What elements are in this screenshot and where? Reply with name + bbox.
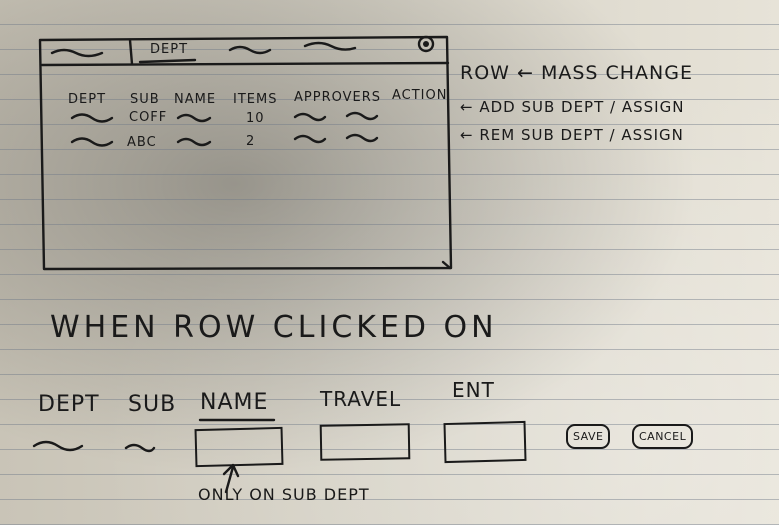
tab-underline bbox=[138, 58, 197, 64]
note-row-mass-change: ROW ← MASS CHANGE bbox=[460, 62, 693, 84]
tab-dept[interactable]: DEPT bbox=[150, 42, 188, 57]
ent-input[interactable] bbox=[443, 420, 527, 464]
row2-sub-cell[interactable]: ABC bbox=[127, 135, 157, 150]
row2-items-cell[interactable]: 2 bbox=[246, 134, 255, 149]
titlebar-squiggle-2 bbox=[228, 45, 272, 55]
column-header-name: NAME bbox=[174, 92, 217, 107]
edit-label-name: NAME bbox=[200, 390, 269, 415]
edit-sub-squiggle bbox=[124, 443, 156, 453]
row1-dept-squiggle bbox=[70, 113, 114, 123]
titlebar-squiggle-3 bbox=[303, 41, 357, 51]
edit-dept-squiggle bbox=[32, 440, 84, 452]
row1-sub-cell[interactable]: COFF bbox=[129, 110, 167, 125]
column-header-action: ACTION bbox=[392, 88, 448, 103]
tab-divider bbox=[128, 38, 134, 66]
column-header-dept: DEPT bbox=[68, 92, 107, 107]
row2-action-squiggle bbox=[345, 133, 379, 143]
row2-dept-squiggle bbox=[70, 137, 114, 147]
edit-label-sub: SUB bbox=[128, 392, 177, 417]
column-header-sub: SUB bbox=[130, 92, 160, 107]
row1-approvers-squiggle bbox=[293, 112, 327, 122]
section-heading: WHEN ROW CLICKED ON bbox=[50, 310, 498, 345]
column-header-approvers: APPROVERS bbox=[294, 90, 381, 105]
titlebar-squiggle-1 bbox=[50, 48, 104, 58]
close-icon[interactable] bbox=[417, 35, 435, 53]
window-frame bbox=[38, 35, 453, 271]
row2-approvers-squiggle bbox=[293, 134, 327, 144]
row1-action-squiggle bbox=[345, 111, 379, 121]
row2-name-squiggle bbox=[176, 137, 212, 147]
cancel-button[interactable]: CANCEL bbox=[632, 424, 694, 449]
edit-label-travel: TRAVEL bbox=[320, 387, 402, 411]
note-rem-sub-dept: ← REM SUB DEPT / ASSIGN bbox=[460, 126, 684, 144]
edit-label-ent: ENT bbox=[452, 378, 495, 402]
column-header-items: ITEMS bbox=[233, 92, 278, 107]
note-only-on-sub-dept: ONLY ON SUB DEPT bbox=[198, 485, 370, 504]
row1-items-cell[interactable]: 10 bbox=[246, 111, 265, 126]
window-titlebar-divider bbox=[40, 61, 450, 67]
travel-input[interactable] bbox=[319, 423, 411, 461]
edit-label-dept: DEPT bbox=[38, 392, 100, 417]
save-button[interactable]: SAVE bbox=[566, 424, 611, 449]
row1-name-squiggle bbox=[176, 113, 212, 123]
name-input[interactable] bbox=[194, 426, 284, 468]
note-add-sub-dept: ← ADD SUB DEPT / ASSIGN bbox=[460, 98, 685, 116]
